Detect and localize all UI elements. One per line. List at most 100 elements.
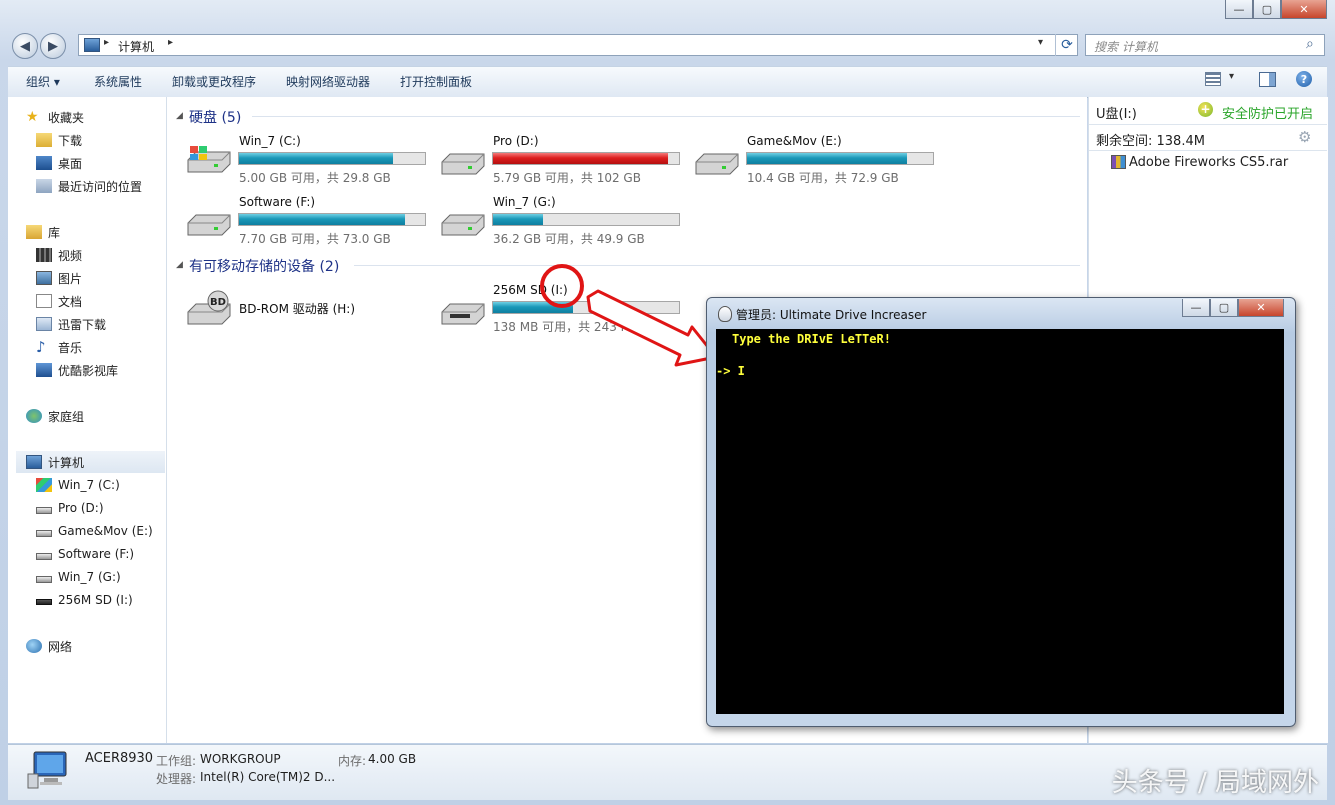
download-folder-icon — [36, 317, 52, 331]
free-space-label: 剩余空间: 138.4M — [1096, 134, 1205, 149]
nav-label: 音乐 — [58, 340, 83, 355]
recent-places-icon — [36, 179, 52, 193]
hard-drive-icon — [36, 506, 52, 514]
back-button[interactable]: ◀ — [12, 33, 38, 59]
back-arrow-icon: ◀ — [20, 38, 30, 54]
window-controls: — ▢ ✕ — [1225, 0, 1327, 19]
console-close-button[interactable]: ✕ — [1238, 299, 1284, 317]
capacity-fill — [493, 214, 544, 225]
console-minimize-button[interactable]: — — [1182, 299, 1210, 317]
rar-archive-icon — [1111, 155, 1126, 169]
computer-icon — [84, 38, 100, 52]
hard-drive-icon — [694, 148, 740, 178]
address-dropdown-icon[interactable]: ▾ — [1038, 37, 1043, 48]
console-maximize-button[interactable]: ▢ — [1210, 299, 1238, 317]
lightbulb-icon — [718, 306, 732, 322]
nav-label: 库 — [48, 225, 61, 240]
organize-button[interactable]: 组织 ▾ — [26, 73, 60, 90]
breadcrumb-arrow-icon: ▸ — [104, 37, 110, 48]
nav-label: 桌面 — [58, 156, 83, 171]
breadcrumb-computer[interactable]: 计算机 — [118, 38, 154, 55]
nav-computer[interactable]: 计算机 — [16, 451, 165, 473]
music-icon: ♪ — [36, 338, 46, 356]
preview-drive-name: U盘(I:) — [1096, 107, 1137, 122]
maximize-button[interactable]: ▢ — [1253, 0, 1281, 19]
view-options-icon[interactable] — [1205, 72, 1221, 86]
nav-libraries[interactable]: 库 — [26, 221, 183, 243]
drive-name-g[interactable]: Win_7 (G:) — [493, 195, 556, 209]
address-bar[interactable] — [78, 34, 1078, 56]
drive-info-c: 5.00 GB 可用，共 29.8 GB — [239, 171, 391, 185]
console-window-controls: — ▢ ✕ — [1182, 299, 1284, 317]
search-placeholder: 搜索 计算机 — [1094, 40, 1158, 54]
system-properties-button[interactable]: 系统属性 — [94, 73, 142, 90]
gear-icon[interactable]: ⚙ — [1298, 128, 1311, 146]
protection-status-link[interactable]: 安全防护已开启 — [1222, 103, 1313, 122]
group-header-removable[interactable]: 有可移动存储的设备 (2) — [189, 256, 339, 276]
drive-name-e[interactable]: Game&Mov (E:) — [747, 134, 842, 148]
breadcrumb-arrow-icon: ▸ — [168, 37, 174, 48]
drive-name-h[interactable]: BD-ROM 驱动器 (H:) — [239, 300, 355, 317]
nav-label: 计算机 — [48, 455, 85, 470]
file-item[interactable]: Adobe Fireworks CS5.rar — [1129, 155, 1288, 170]
preview-divider — [1089, 150, 1327, 151]
sd-card-drive-icon — [440, 298, 486, 328]
folder-download-icon — [36, 133, 52, 147]
desktop-icon — [36, 156, 52, 170]
nav-label: 256M SD (I:) — [58, 593, 133, 607]
drive-name-f[interactable]: Software (F:) — [239, 195, 315, 209]
collapse-arrow-icon[interactable]: ◢ — [176, 111, 183, 121]
memory-value: 4.00 GB — [368, 752, 417, 766]
watermark-text: 头条号 / 局域网外 — [1111, 768, 1319, 798]
nav-label: Pro (D:) — [58, 501, 104, 515]
close-button[interactable]: ✕ — [1281, 0, 1327, 19]
hard-drive-icon — [186, 209, 232, 239]
nav-network[interactable]: 网络 — [26, 635, 183, 657]
nav-favorites[interactable]: ★ 收藏夹 — [26, 106, 183, 128]
capacity-bar-g — [492, 213, 680, 226]
preview-pane-icon[interactable] — [1259, 72, 1276, 87]
nav-label: 家庭组 — [48, 409, 85, 424]
shield-plus-icon: + — [1198, 102, 1213, 117]
bd-rom-icon: BD — [186, 290, 232, 328]
open-control-panel-button[interactable]: 打开控制面板 — [400, 73, 472, 90]
nav-label: 视频 — [58, 248, 83, 263]
capacity-fill — [493, 153, 668, 164]
map-network-drive-button[interactable]: 映射网络驱动器 — [286, 73, 370, 90]
star-icon: ★ — [26, 109, 39, 125]
group-header-hard-disks[interactable]: 硬盘 (5) — [189, 107, 241, 127]
cpu-value: Intel(R) Core(TM)2 D... — [200, 770, 336, 784]
pictures-icon — [36, 271, 52, 285]
console-input-line[interactable]: -> I — [716, 364, 745, 378]
view-dropdown-icon[interactable]: ▾ — [1229, 71, 1234, 82]
computer-icon — [26, 455, 42, 469]
nav-homegroup[interactable]: 家庭组 — [26, 405, 183, 427]
help-icon[interactable]: ? — [1296, 71, 1312, 87]
console-title: 管理员: Ultimate Drive Increaser — [736, 308, 927, 322]
forward-button[interactable]: ▶ — [40, 33, 66, 59]
drive-name-d[interactable]: Pro (D:) — [493, 134, 539, 148]
homegroup-icon — [26, 409, 42, 423]
search-icon[interactable]: ⌕ — [1306, 36, 1314, 52]
hard-drive-icon — [440, 148, 486, 178]
workgroup-value: WORKGROUP — [200, 752, 281, 766]
group-divider — [252, 116, 1080, 117]
console-output[interactable] — [716, 329, 1284, 714]
drive-name-c[interactable]: Win_7 (C:) — [239, 134, 301, 148]
minimize-button[interactable]: — — [1225, 0, 1253, 19]
youku-library-icon — [36, 363, 52, 377]
refresh-icon[interactable]: ⟳ — [1055, 34, 1078, 56]
hard-drive-icon — [36, 575, 52, 583]
documents-icon — [36, 294, 52, 308]
drive-info-f: 7.70 GB 可用，共 73.0 GB — [239, 232, 391, 246]
collapse-arrow-icon[interactable]: ◢ — [176, 260, 183, 270]
drive-info-g: 36.2 GB 可用，共 49.9 GB — [493, 232, 645, 246]
capacity-bar-d — [492, 152, 680, 165]
nav-label: 最近访问的位置 — [58, 179, 143, 194]
uninstall-button[interactable]: 卸载或更改程序 — [172, 73, 256, 90]
nav-label: Software (F:) — [58, 547, 135, 561]
hard-drive-icon — [36, 529, 52, 537]
nav-label: 图片 — [58, 271, 83, 286]
capacity-bar-c — [238, 152, 426, 165]
computer-icon — [26, 750, 70, 790]
